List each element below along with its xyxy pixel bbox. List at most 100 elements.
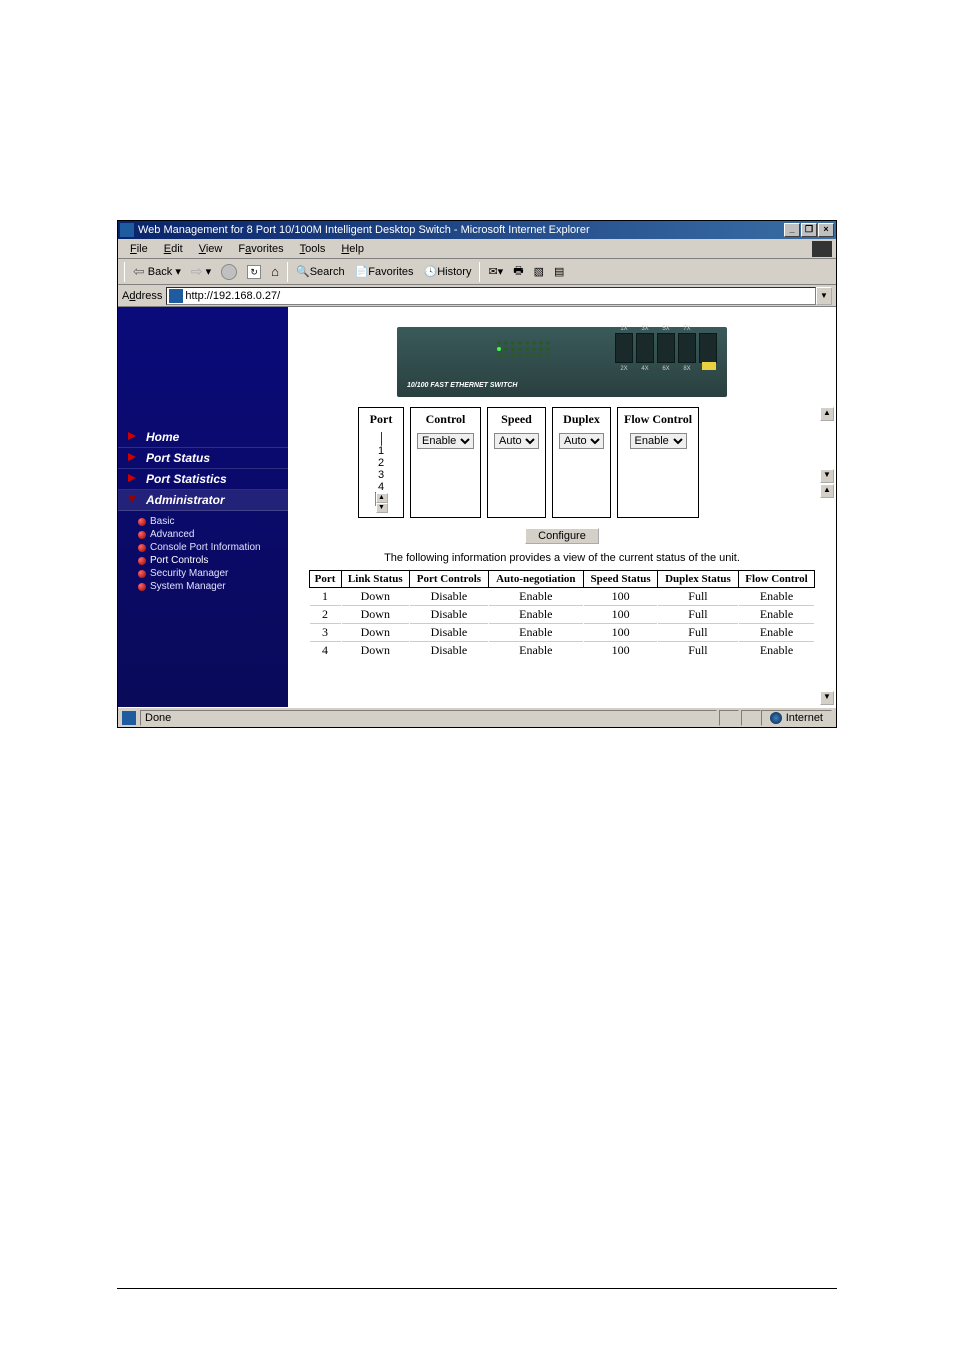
table-row: 3DownDisableEnable100FullEnable [309, 624, 815, 642]
port-spin-down[interactable]: ▼ [376, 503, 388, 513]
menu-file[interactable]: File [122, 241, 156, 257]
nav-advanced[interactable]: Advanced [138, 528, 288, 541]
restore-button[interactable]: ❐ [801, 223, 817, 237]
flow-header: Flow Control [624, 412, 692, 427]
nav-port-statistics[interactable]: Port Statistics [118, 469, 288, 490]
statusbar: Done Internet [118, 707, 836, 727]
edit-button[interactable]: ▧ [530, 263, 548, 280]
control-select[interactable]: Enable [417, 433, 474, 449]
bullet-icon [138, 531, 146, 539]
nav-console-port[interactable]: Console Port Information [138, 541, 288, 554]
nav-port-status[interactable]: Port Status [118, 448, 288, 469]
table-row: 4DownDisableEnable100FullEnable [309, 642, 815, 660]
menu-help[interactable]: Help [333, 241, 372, 257]
address-label: Address [122, 290, 162, 302]
bullet-icon [138, 570, 146, 578]
cell-autoneg: Enable [488, 588, 583, 606]
search-icon: 🔍 [296, 265, 310, 278]
favorites-icon: 📄 [355, 265, 369, 278]
discuss-button[interactable]: ▤ [550, 263, 568, 280]
favorites-button[interactable]: 📄Favorites [351, 263, 418, 280]
nav-system-manager[interactable]: System Manager [138, 580, 288, 593]
main-panel: 10/100 FAST ETHERNET SWITCH 1X2X 3X4X 5X… [288, 307, 836, 707]
cell-flow: Enable [738, 624, 815, 642]
speed-header: Speed [494, 412, 539, 427]
switch-image: 10/100 FAST ETHERNET SWITCH 1X2X 3X4X 5X… [397, 327, 727, 397]
address-input[interactable]: http://192.168.0.27/ [166, 287, 816, 305]
cell-autoneg: Enable [488, 624, 583, 642]
cell-autoneg: Enable [488, 642, 583, 660]
cell-speed: 100 [583, 642, 657, 660]
stop-button[interactable] [217, 262, 241, 282]
forward-button[interactable]: ⇨ ▾ [187, 261, 215, 282]
address-url: http://192.168.0.27/ [185, 290, 280, 302]
cell-speed: 100 [583, 606, 657, 624]
print-button[interactable]: 🖶 [509, 260, 527, 283]
globe-icon [770, 712, 782, 724]
content-area: Home Port Status Port Statistics Adminis… [118, 307, 836, 707]
cell-port: 3 [309, 624, 341, 642]
duplex-select[interactable]: Auto [559, 433, 604, 449]
th-autoneg: Auto-negotiation [488, 571, 583, 588]
minimize-button[interactable]: _ [784, 223, 800, 237]
cell-controls: Disable [410, 588, 489, 606]
flow-group: Flow Control Enable [617, 407, 699, 518]
th-speed: Speed Status [583, 571, 657, 588]
table-row: 1DownDisableEnable100FullEnable [309, 588, 815, 606]
nav-administrator[interactable]: Administrator [118, 490, 288, 511]
menu-view[interactable]: View [191, 241, 231, 257]
menu-favorites[interactable]: Favorites [230, 241, 291, 257]
nav-port-controls[interactable]: Port Controls [138, 554, 288, 567]
configure-button[interactable]: Configure [525, 528, 599, 544]
flow-select[interactable]: Enable [630, 433, 687, 449]
scroll-down-button-2[interactable]: ▼ [820, 691, 834, 705]
th-flow: Flow Control [738, 571, 815, 588]
address-dropdown[interactable]: ▼ [816, 287, 832, 305]
port-header: Port [365, 412, 397, 427]
table-row: 2DownDisableEnable100FullEnable [309, 606, 815, 624]
page-icon [169, 289, 183, 303]
scroll-up-button-2[interactable]: ▲ [820, 484, 834, 498]
cell-speed: 100 [583, 624, 657, 642]
ie-icon [120, 223, 134, 237]
th-port: Port [309, 571, 341, 588]
search-button[interactable]: 🔍Search [292, 263, 349, 280]
nav-security-manager[interactable]: Security Manager [138, 567, 288, 580]
port-spin-up[interactable]: ▲ [376, 493, 388, 503]
menu-edit[interactable]: Edit [156, 241, 191, 257]
close-button[interactable]: × [818, 223, 834, 237]
cell-autoneg: Enable [488, 606, 583, 624]
nav-home[interactable]: Home [118, 427, 288, 448]
scroll-down-button[interactable]: ▼ [820, 469, 834, 483]
ie-logo-icon [812, 241, 832, 257]
control-row: Port 1 2 3 4 ▲▼ Control [358, 407, 826, 518]
switch-label: 10/100 FAST ETHERNET SWITCH [407, 382, 517, 389]
mail-button[interactable]: ✉▾ [484, 263, 507, 280]
back-button[interactable]: ⇦ Back ▾ [129, 261, 185, 282]
cell-duplex: Full [658, 624, 738, 642]
control-header: Control [417, 412, 474, 427]
cell-flow: Enable [738, 642, 815, 660]
security-zone: Internet [761, 710, 832, 726]
home-button[interactable]: ⌂ [267, 262, 283, 281]
page-icon [122, 711, 136, 725]
arrow-right-icon [128, 453, 136, 461]
nav-basic[interactable]: Basic [138, 515, 288, 528]
arrow-down-icon [128, 495, 136, 503]
cell-port: 4 [309, 642, 341, 660]
bullet-icon [138, 583, 146, 591]
arrow-right-icon [128, 432, 136, 440]
refresh-button[interactable]: ↻ [243, 263, 265, 281]
admin-submenu: Basic Advanced Console Port Information … [118, 511, 288, 593]
status-pad [741, 710, 761, 726]
cell-controls: Disable [410, 606, 489, 624]
info-text: The following information provides a vie… [298, 552, 826, 564]
port-group: Port 1 2 3 4 ▲▼ [358, 407, 404, 518]
speed-select[interactable]: Auto [494, 433, 539, 449]
bullet-icon [138, 557, 146, 565]
status-table: Port Link Status Port Controls Auto-nego… [309, 570, 816, 659]
titlebar: Web Management for 8 Port 10/100M Intell… [118, 221, 836, 239]
menu-tools[interactable]: Tools [292, 241, 334, 257]
history-button[interactable]: 🕓History [420, 263, 476, 280]
addressbar: Address http://192.168.0.27/ ▼ [118, 285, 836, 307]
